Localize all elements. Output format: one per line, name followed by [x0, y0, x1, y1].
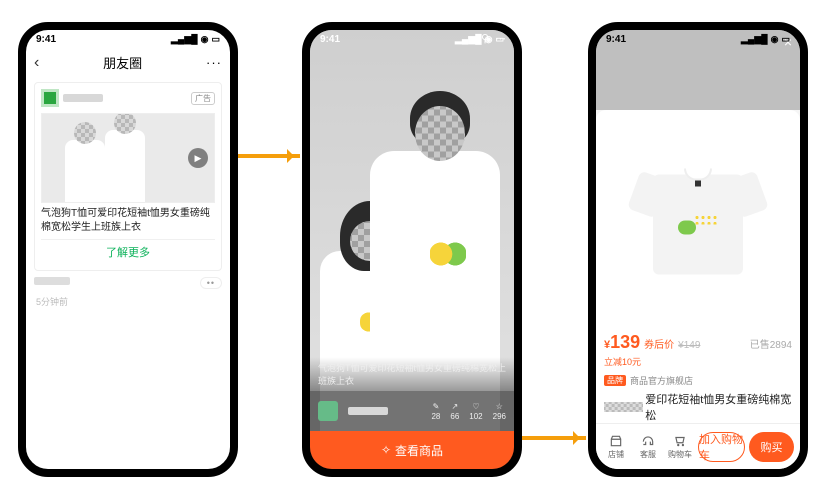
feed-ad-card[interactable]: 广告 ▶ 气泡狗T恤可爱印花短袖t恤男女重磅纯棉宽松学生上班族上衣 了解更多 [34, 82, 222, 271]
status-bar: 9:41 ▂▄▆█ ◉ ▭ [596, 30, 800, 49]
back-icon[interactable]: ‹ [34, 54, 39, 72]
tshirt-graphic [633, 155, 763, 285]
view-product-button[interactable]: ✧ 查看商品 [310, 431, 514, 469]
product-sheet: ¥139 券后价 ¥149 已售2894 立减10元 品牌 商品官方旗舰店 爱印… [596, 110, 800, 469]
publisher-avatar[interactable] [41, 89, 59, 107]
video-thumbnail[interactable]: ▶ [41, 113, 215, 203]
signal-icon: ▂▄▆█ [171, 34, 198, 45]
price-value: ¥139 [604, 332, 640, 353]
store-name: 商品官方旗舰店 [630, 374, 693, 387]
phone-frame-moments: 9:41 ▂▄▆█ ◉ ▭ ‹ 朋友圈 ··· 广告 ▶ 气泡狗T恤 [18, 22, 238, 477]
price-line: ¥139 券后价 ¥149 已售2894 [604, 332, 792, 353]
heart-icon: ♡ [472, 402, 479, 411]
signal-icon: ▂▄▆█ [741, 34, 768, 45]
nav-bar: ‹ 朋友圈 ··· [26, 49, 230, 76]
comment-icon: ✎ [433, 402, 440, 411]
view-product-label: 查看商品 [395, 442, 443, 459]
comment-count: 28 [431, 412, 440, 421]
price-after-label: 券后价 [644, 336, 674, 351]
shop-icon [609, 434, 623, 448]
add-to-cart-button[interactable]: 加入购物车 [698, 432, 745, 462]
author-name-blurred [348, 407, 388, 415]
headset-icon [641, 434, 655, 448]
share-button[interactable]: ↗ 66 [450, 402, 459, 421]
learn-more-button[interactable]: 了解更多 [41, 239, 215, 264]
like-button[interactable]: ♡ 102 [469, 402, 482, 421]
discount-text: 立减10元 [604, 355, 792, 368]
wifi-icon: ◉ [201, 34, 209, 45]
publisher-name-blurred [63, 94, 103, 102]
author-avatar[interactable] [318, 401, 338, 421]
phone-frame-product: 9:41 ▂▄▆█ ◉ ▭ × ¥139 券后价 ¥149 已售2894 [588, 22, 808, 477]
search-icon[interactable]: ⚲ [481, 32, 489, 45]
buy-button[interactable]: 购买 [749, 432, 794, 462]
favorite-count: 296 [493, 412, 506, 421]
location-blurred [34, 277, 70, 285]
product-title: 爱印花短袖t恤男女重磅纯棉宽松 [604, 391, 792, 423]
clock: 9:41 [320, 34, 340, 45]
play-icon[interactable]: ▶ [188, 148, 208, 168]
store-line[interactable]: 品牌 商品官方旗舰店 [604, 374, 792, 387]
shop-tab[interactable]: 店铺 [602, 434, 630, 460]
comment-button[interactable]: ✎ 28 [431, 402, 440, 421]
flow-arrow-2 [522, 436, 586, 440]
favorite-button[interactable]: ☆ 296 [493, 402, 506, 421]
social-bar: ✎ 28 ↗ 66 ♡ 102 ☆ 296 [310, 391, 514, 431]
flow-arrow-1 [238, 154, 300, 158]
share-icon: ↗ [451, 402, 458, 411]
sparkle-icon: ✧ [381, 443, 391, 457]
cart-tab[interactable]: 购物车 [666, 434, 694, 460]
status-bar: 9:41 ▂▄▆█ ◉ ▭ [26, 30, 230, 49]
title-prefix-blurred [604, 402, 643, 412]
sold-count: 已售2894 [750, 336, 792, 351]
video-caption: 气泡狗T恤可爱印花短袖t恤男女重磅纯棉宽松上班族上衣 [310, 357, 514, 391]
battery-icon: ▭ [211, 34, 220, 45]
star-icon: ☆ [496, 402, 503, 411]
wifi-icon: ◉ [771, 34, 779, 45]
nav-title: 朋友圈 [103, 53, 142, 72]
phone-frame-video: 9:41 ▂▄▆█ ◉ ▭ ⚲ ⋯ 气泡狗T恤可爱印花短袖t恤男女重磅纯棉宽松上… [302, 22, 522, 477]
ad-badge: 广告 [191, 92, 215, 105]
signal-icon: ▂▄▆█ [455, 34, 482, 45]
timestamp: 5分钟前 [36, 295, 220, 308]
share-count: 66 [450, 412, 459, 421]
clock: 9:41 [606, 34, 626, 45]
store-badge: 品牌 [604, 375, 626, 386]
more-icon[interactable]: ··· [206, 55, 222, 70]
feedback-button[interactable]: •• [200, 277, 222, 289]
more-icon[interactable]: ⋯ [495, 32, 506, 45]
product-image[interactable] [604, 120, 792, 332]
video-fullscreen[interactable]: 9:41 ▂▄▆█ ◉ ▭ ⚲ ⋯ 气泡狗T恤可爱印花短袖t恤男女重磅纯棉宽松上… [310, 30, 514, 431]
ad-caption: 气泡狗T恤可爱印花短袖t恤男女重磅纯棉宽松学生上班族上衣 [41, 207, 215, 235]
like-count: 102 [469, 412, 482, 421]
service-tab[interactable]: 客服 [634, 434, 662, 460]
battery-icon: ▭ [781, 34, 790, 45]
price-original: ¥149 [678, 340, 700, 351]
cart-icon [673, 434, 687, 448]
bottom-action-bar: 店铺 客服 购物车 加入购物车 购买 [596, 423, 800, 469]
clock: 9:41 [36, 34, 56, 45]
